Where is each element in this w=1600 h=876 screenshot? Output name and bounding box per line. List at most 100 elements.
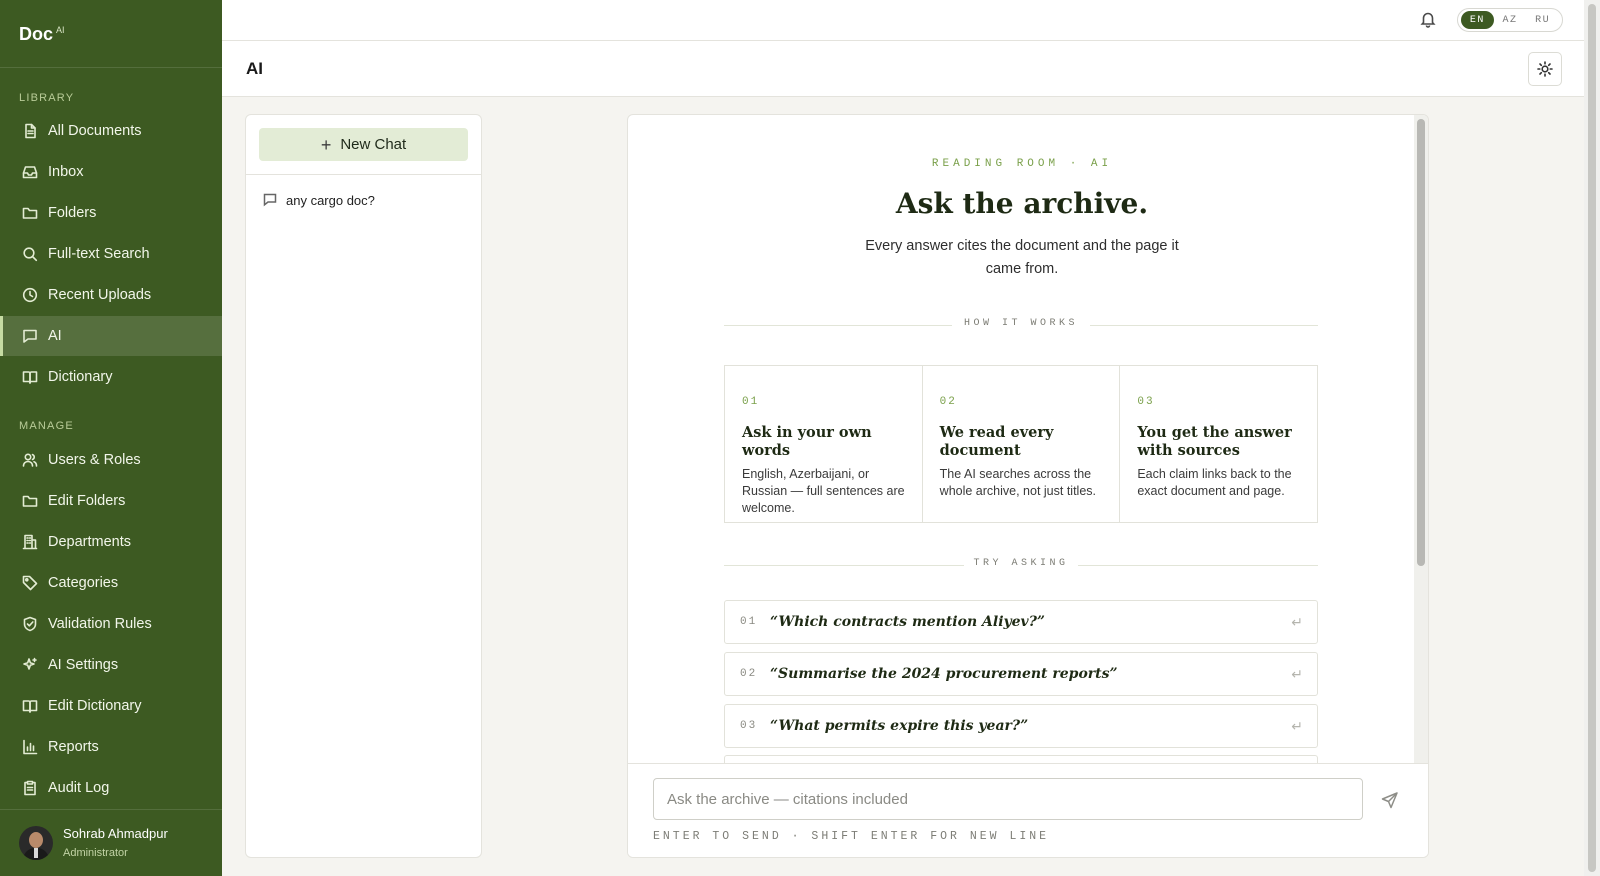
library-section-label: LIBRARY	[19, 92, 75, 104]
lang-az[interactable]: AZ	[1494, 11, 1527, 29]
folder-icon	[22, 205, 38, 221]
prompt-text: “Summarise the 2024 procurement reports”	[770, 666, 1118, 682]
shield-check-icon	[22, 616, 38, 632]
step-card: 03 You get the answer with sources Each …	[1120, 366, 1317, 522]
how-it-works-steps: 01 Ask in your own words English, Azerba…	[724, 365, 1318, 523]
sidebar-item-reports[interactable]: Reports	[0, 727, 222, 767]
avatar-face	[29, 832, 43, 848]
search-icon	[22, 246, 38, 262]
step-description: The AI searches across the whole archive…	[939, 467, 1096, 498]
user-name: Sohrab Ahmadpur	[63, 826, 168, 841]
book-icon	[22, 369, 38, 385]
sidebar-item-categories[interactable]: Categories	[0, 563, 222, 603]
sidebar-item-label: All Documents	[48, 123, 142, 139]
user-role: Administrator	[63, 847, 128, 859]
prompt-text: “What permits expire this year?”	[770, 718, 1029, 734]
plus-icon: +	[320, 134, 332, 155]
step-card: 02 We read every document The AI searche…	[923, 366, 1121, 522]
page-scrollbar[interactable]	[1584, 0, 1600, 876]
avatar[interactable]	[19, 826, 53, 860]
sidebar-item-label: Reports	[48, 739, 99, 755]
send-icon[interactable]	[1379, 789, 1401, 811]
sidebar-item-validation-rules[interactable]: Validation Rules	[0, 604, 222, 644]
chat-icon	[263, 193, 277, 207]
sidebar-item-departments[interactable]: Departments	[0, 522, 222, 562]
step-number: 03	[1137, 396, 1155, 408]
prompt-number: 01	[740, 616, 758, 628]
how-it-works-divider: HOW IT WORKS	[724, 318, 1318, 332]
sidebar-item-full-text-search[interactable]: Full-text Search	[0, 234, 222, 274]
sidebar-item-edit-dictionary[interactable]: Edit Dictionary	[0, 686, 222, 726]
sidebar-item-label: AI	[48, 328, 62, 344]
sidebar-item-audit-log[interactable]: Audit Log	[0, 768, 222, 808]
step-title: We read every document	[939, 424, 1054, 459]
scrollbar[interactable]	[1414, 115, 1428, 763]
sidebar-item-label: Full-text Search	[48, 246, 150, 262]
lede-text: Every answer cites the document and the …	[865, 238, 1179, 277]
building-icon	[22, 534, 38, 550]
sidebar-item-edit-folders[interactable]: Edit Folders	[0, 481, 222, 521]
prompt-text: “Which contracts mention Aliyev?”	[770, 614, 1045, 630]
theme-toggle-button[interactable]	[1528, 52, 1562, 86]
step-title: You get the answer with sources	[1137, 424, 1292, 459]
sun-icon	[1537, 61, 1553, 77]
sidebar-item-label: Edit Dictionary	[48, 698, 142, 714]
enter-icon: ↵	[1291, 718, 1303, 734]
clipboard-icon	[22, 780, 38, 796]
sidebar-item-label: Dictionary	[48, 369, 113, 385]
lang-en[interactable]: EN	[1461, 11, 1494, 29]
chat-history-item[interactable]: any cargo doc?	[263, 189, 375, 211]
sparkle-icon	[22, 657, 38, 673]
divider	[246, 174, 481, 175]
composer: ENTER TO SEND · SHIFT ENTER FOR NEW LINE	[628, 763, 1428, 857]
divider	[0, 67, 222, 68]
sidebar-item-inbox[interactable]: Inbox	[0, 152, 222, 192]
keyboard-hint: ENTER TO SEND · SHIFT ENTER FOR NEW LINE	[653, 830, 1050, 843]
sidebar-item-recent-uploads[interactable]: Recent Uploads	[0, 275, 222, 315]
step-description: Each claim links back to the exact docum…	[1137, 467, 1292, 498]
page-scrollbar-thumb[interactable]	[1588, 4, 1596, 872]
suggested-prompt[interactable]: 03 “What permits expire this year?” ↵	[724, 704, 1318, 748]
sidebar: Doc AI LIBRARY All Documents Inbox Folder…	[0, 0, 222, 876]
page-title: AI	[246, 59, 263, 78]
scrollbar-thumb[interactable]	[1417, 119, 1425, 566]
language-switcher: EN AZ RU	[1457, 8, 1563, 32]
sidebar-item-dictionary[interactable]: Dictionary	[0, 357, 222, 397]
suggested-prompt[interactable]: 01 “Which contracts mention Aliyev?” ↵	[724, 600, 1318, 644]
step-card: 01 Ask in your own words English, Azerba…	[725, 366, 923, 522]
chat-list-panel: + New Chat any cargo doc?	[245, 114, 482, 858]
inbox-icon	[22, 164, 38, 180]
headline: Ask the archive.	[895, 187, 1149, 220]
sidebar-item-label: Validation Rules	[48, 616, 152, 632]
chat-icon	[22, 328, 38, 344]
top-bar: EN AZ RU	[222, 0, 1584, 41]
reading-room-panel: READING ROOM · AI Ask the archive. Every…	[627, 114, 1429, 858]
sidebar-item-label: Folders	[48, 205, 97, 221]
sidebar-item-users-roles[interactable]: Users & Roles	[0, 440, 222, 480]
prompt-number: 03	[740, 720, 758, 732]
sidebar-item-ai[interactable]: AI	[0, 316, 222, 356]
sidebar-item-ai-settings[interactable]: AI Settings	[0, 645, 222, 685]
users-icon	[22, 452, 38, 468]
prompt-number: 02	[740, 668, 758, 680]
suggested-prompt[interactable]: 02 “Summarise the 2024 procurement repor…	[724, 652, 1318, 696]
step-number: 01	[742, 396, 760, 408]
ask-input[interactable]	[653, 778, 1363, 820]
book-icon	[22, 698, 38, 714]
new-chat-button[interactable]: + New Chat	[259, 128, 468, 161]
enter-icon: ↵	[1291, 666, 1303, 682]
sidebar-item-label: Categories	[48, 575, 119, 591]
divider	[0, 809, 222, 810]
lang-ru[interactable]: RU	[1526, 11, 1559, 29]
sidebar-item-label: AI Settings	[48, 657, 119, 673]
sidebar-item-folders[interactable]: Folders	[0, 193, 222, 233]
brand-name: Doc	[19, 24, 54, 44]
bell-icon[interactable]	[1419, 10, 1439, 30]
avatar-shirt	[34, 848, 38, 858]
brand-logo[interactable]: Doc AI	[19, 24, 65, 45]
step-title: Ask in your own words	[742, 424, 872, 459]
sidebar-item-all-documents[interactable]: All Documents	[0, 111, 222, 151]
sidebar-item-label: Audit Log	[48, 780, 110, 796]
clock-icon	[22, 287, 38, 303]
step-number: 02	[939, 396, 957, 408]
